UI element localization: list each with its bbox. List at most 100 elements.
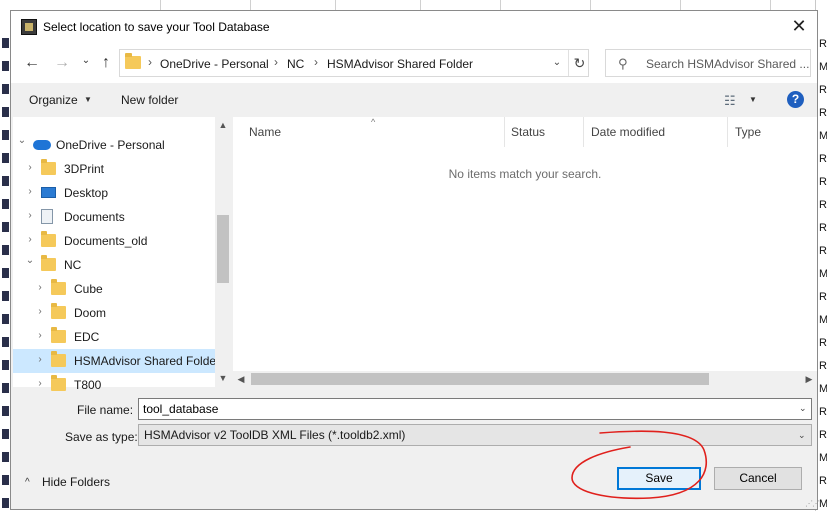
- new-folder-button[interactable]: New folder: [121, 93, 178, 107]
- tree-item-label: Documents: [64, 210, 125, 224]
- chevron-right-icon[interactable]: ›: [35, 378, 45, 389]
- up-arrow-icon[interactable]: ↑: [95, 53, 117, 73]
- search-box[interactable]: ⚲ Search HSMAdvisor Shared ...: [605, 49, 811, 77]
- tree-item-t800[interactable]: › T800: [13, 373, 215, 397]
- chevron-right-icon[interactable]: ›: [25, 210, 35, 221]
- column-header-date-modified[interactable]: Date modified: [591, 125, 665, 139]
- background-row-marker: [2, 314, 9, 324]
- column-header-status[interactable]: Status: [511, 125, 545, 139]
- save-as-type-label: Save as type:: [65, 430, 138, 444]
- scroll-up-icon[interactable]: ▲: [215, 120, 231, 130]
- close-icon[interactable]: ✕: [787, 15, 811, 39]
- scrollbar-thumb[interactable]: [251, 373, 709, 385]
- save-button[interactable]: Save: [617, 467, 701, 490]
- tree-item-documents[interactable]: › Documents: [13, 205, 215, 229]
- save-as-type-select[interactable]: HSMAdvisor v2 ToolDB XML Files (*.tooldb…: [138, 424, 812, 446]
- chevron-down-icon[interactable]: ⌄: [25, 255, 35, 266]
- background-row-letter: R: [819, 429, 827, 441]
- tree-item-onedrive-personal[interactable]: ⌄ OneDrive - Personal: [13, 133, 215, 157]
- tree-item-label: HSMAdvisor Shared Folde: [74, 354, 215, 368]
- chevron-up-icon[interactable]: ^: [25, 477, 30, 488]
- background-row-letter: R: [819, 153, 827, 165]
- sort-ascending-icon: ^: [371, 117, 376, 127]
- background-row-letter: M: [819, 61, 827, 73]
- view-options-icon[interactable]: ☷: [724, 93, 736, 109]
- background-row-letter: M: [819, 130, 827, 142]
- help-icon[interactable]: ?: [787, 91, 804, 108]
- background-row-marker: [2, 107, 9, 117]
- background-row-marker: [2, 452, 9, 462]
- background-row-letter: R: [819, 337, 827, 349]
- address-bar[interactable]: › OneDrive - Personal › NC › HSMAdvisor …: [119, 49, 589, 77]
- navigation-pane: ⌄ OneDrive - Personal › 3DPrint › Desktop › Doc…: [13, 117, 231, 392]
- hide-folders-button[interactable]: Hide Folders: [42, 475, 110, 489]
- tree-item-hsmadvisor-shared-folde[interactable]: › HSMAdvisor Shared Folde: [13, 349, 215, 373]
- background-row-marker: [2, 383, 9, 393]
- scroll-right-icon[interactable]: ▶: [801, 374, 817, 385]
- background-row-letter: R: [819, 107, 827, 119]
- background-row-marker: [2, 38, 9, 48]
- breadcrumb-hsmadvisor[interactable]: HSMAdvisor Shared Folder: [327, 57, 473, 71]
- background-row-marker: [2, 337, 9, 347]
- folder-icon: [41, 255, 56, 271]
- background-row-letter: R: [819, 199, 827, 211]
- docs-icon: [41, 209, 53, 224]
- chevron-right-icon[interactable]: ›: [25, 162, 35, 173]
- resize-grip-icon[interactable]: ⋰⋰: [805, 499, 820, 508]
- navigation-bar: ← → ⌄ ↑ › OneDrive - Personal › NC › HSM…: [11, 43, 817, 83]
- organize-button[interactable]: Organize: [29, 93, 78, 107]
- tree-item-3dprint[interactable]: › 3DPrint: [13, 157, 215, 181]
- background-row-marker: [2, 153, 9, 163]
- tree-item-label: Doom: [74, 306, 107, 320]
- scroll-down-icon[interactable]: ▼: [215, 373, 231, 383]
- tree-item-desktop[interactable]: › Desktop: [13, 181, 215, 205]
- tree-item-label: NC: [64, 258, 82, 272]
- command-bar: Organize ▼ New folder ☷ ▼ ?: [11, 83, 817, 117]
- breadcrumb-nc[interactable]: NC: [287, 57, 304, 71]
- tree-item-doom[interactable]: › Doom: [13, 301, 215, 325]
- recent-locations-chevron-icon[interactable]: ⌄: [75, 51, 97, 71]
- column-divider[interactable]: [727, 117, 728, 147]
- file-list: ^ Name Status Date modified Type No item…: [233, 117, 817, 387]
- search-input[interactable]: Search HSMAdvisor Shared ...: [646, 57, 809, 71]
- chevron-down-icon[interactable]: ⌄: [17, 135, 27, 146]
- background-row-letter: M: [819, 268, 827, 280]
- cancel-button[interactable]: Cancel: [714, 467, 802, 490]
- file-name-label: File name:: [77, 403, 134, 417]
- file-name-input[interactable]: [138, 398, 812, 420]
- tree-item-nc[interactable]: ⌄ NC: [13, 253, 215, 277]
- refresh-icon[interactable]: ↻: [568, 50, 590, 76]
- horizontal-scrollbar[interactable]: ◀ ▶: [233, 371, 817, 387]
- column-header-type[interactable]: Type: [735, 125, 761, 139]
- chevron-right-icon[interactable]: ›: [25, 234, 35, 245]
- tree-item-edc[interactable]: › EDC: [13, 325, 215, 349]
- background-row-letter: M: [819, 498, 827, 510]
- navigation-scrollbar[interactable]: ▲ ▼: [215, 117, 231, 387]
- forward-arrow-icon[interactable]: →: [51, 53, 73, 73]
- scrollbar-thumb[interactable]: [217, 215, 229, 283]
- chevron-right-icon[interactable]: ›: [35, 330, 45, 341]
- background-row-letter: R: [819, 475, 827, 487]
- chevron-right-icon[interactable]: ›: [35, 282, 45, 293]
- chevron-right-icon[interactable]: ›: [35, 306, 45, 317]
- chevron-right-icon[interactable]: ›: [35, 354, 45, 365]
- column-divider[interactable]: [504, 117, 505, 147]
- column-divider[interactable]: [583, 117, 584, 147]
- breadcrumb-separator: ›: [314, 55, 318, 69]
- tree-item-label: OneDrive - Personal: [56, 138, 165, 152]
- background-row-letter: R: [819, 245, 827, 257]
- breadcrumb-onedrive[interactable]: OneDrive - Personal: [160, 57, 269, 71]
- chevron-down-icon[interactable]: ⌄: [799, 403, 807, 414]
- background-row-marker: [2, 498, 9, 508]
- back-arrow-icon[interactable]: ←: [21, 53, 43, 73]
- column-header-name[interactable]: Name: [249, 125, 281, 139]
- background-row-marker: [2, 475, 9, 485]
- chevron-right-icon[interactable]: ›: [25, 186, 35, 197]
- tree-item-documents-old[interactable]: › Documents_old: [13, 229, 215, 253]
- tree-item-label: T800: [74, 378, 102, 392]
- scroll-left-icon[interactable]: ◀: [233, 374, 249, 385]
- chevron-down-icon[interactable]: ▼: [749, 95, 757, 104]
- tree-item-cube[interactable]: › Cube: [13, 277, 215, 301]
- chevron-down-icon[interactable]: ⌄: [550, 54, 564, 72]
- background-row-letter: M: [819, 383, 827, 395]
